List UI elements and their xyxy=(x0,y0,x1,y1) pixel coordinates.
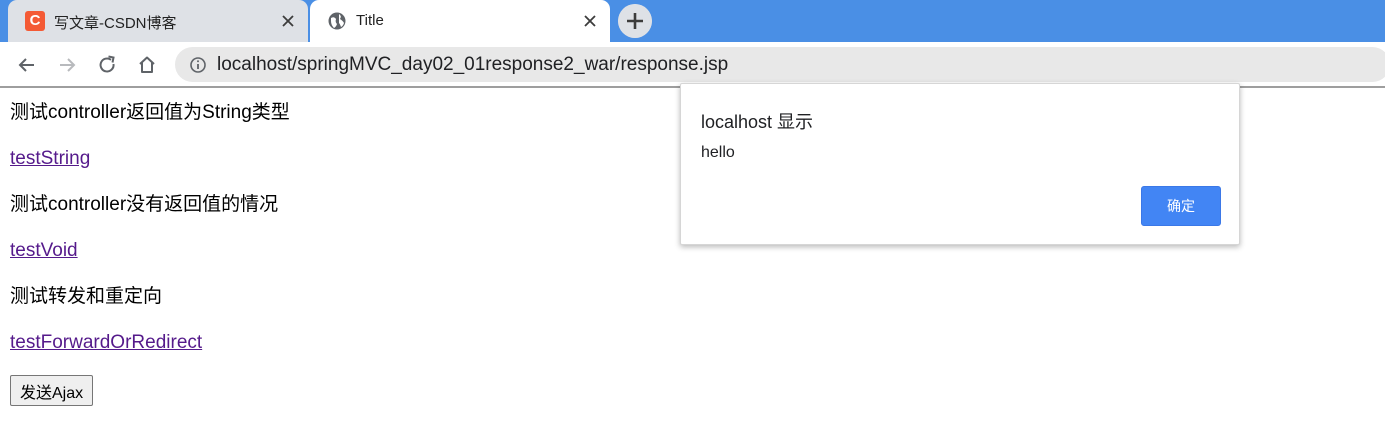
dialog-ok-button[interactable]: 确定 xyxy=(1141,186,1221,226)
link-test-void[interactable]: testVoid xyxy=(10,239,78,263)
heading-string-return: 测试controller返回值为String类型 xyxy=(10,102,290,123)
info-icon[interactable] xyxy=(189,56,207,74)
tab-csdn[interactable]: C 写文章-CSDN博客 xyxy=(8,0,308,42)
link-test-forward-or-redirect[interactable]: testForwardOrRedirect xyxy=(10,331,202,355)
alert-dialog: localhost 显示 hello 确定 xyxy=(680,83,1240,245)
forward-arrow-icon[interactable] xyxy=(55,53,79,77)
browser-toolbar: localhost/springMVC_day02_01response2_wa… xyxy=(0,42,1385,88)
heading-forward-redirect: 测试转发和重定向 xyxy=(10,286,163,307)
close-icon[interactable] xyxy=(278,11,298,31)
reload-icon[interactable] xyxy=(95,53,119,77)
dialog-message: hello xyxy=(701,144,735,161)
heading-void-return: 测试controller没有返回值的情况 xyxy=(10,194,279,215)
back-arrow-icon[interactable] xyxy=(15,53,39,77)
address-bar[interactable]: localhost/springMVC_day02_01response2_wa… xyxy=(175,47,1385,82)
csdn-logo-icon: C xyxy=(25,11,45,31)
dialog-origin-title: localhost 显示 xyxy=(701,112,814,132)
tab-title-page[interactable]: Title xyxy=(310,0,610,42)
send-ajax-button[interactable]: 发送Ajax xyxy=(10,375,94,406)
home-icon[interactable] xyxy=(135,53,159,77)
tab-title: 写文章-CSDN博客 xyxy=(54,15,177,32)
close-icon[interactable] xyxy=(580,11,600,31)
tab-title: Title xyxy=(356,12,384,29)
link-test-string[interactable]: testString xyxy=(10,147,90,171)
new-tab-plus-icon[interactable] xyxy=(618,4,652,38)
url-text[interactable]: localhost/springMVC_day02_01response2_wa… xyxy=(217,54,728,76)
globe-icon xyxy=(328,12,346,30)
tab-strip: C 写文章-CSDN博客 Title xyxy=(0,0,1385,42)
